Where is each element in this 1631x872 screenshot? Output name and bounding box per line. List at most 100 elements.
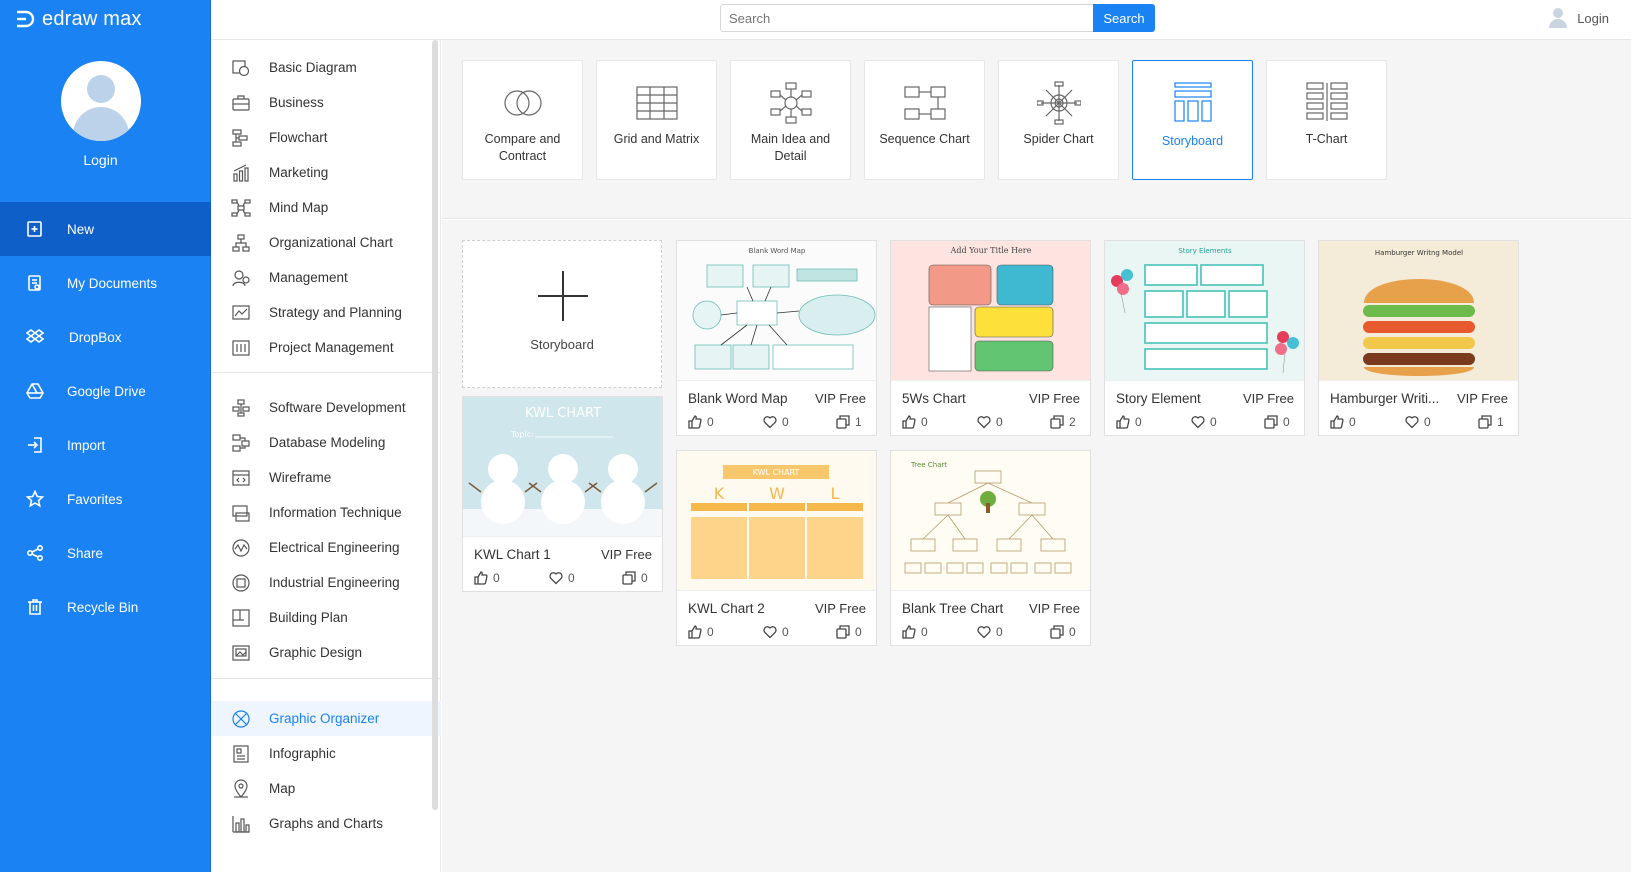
category-basic-diagram[interactable]: Basic Diagram <box>211 50 441 85</box>
template-card-hamburger-writing[interactable]: Hamburger Writng Model Hamburger Writi..… <box>1318 240 1519 436</box>
copy-count[interactable]: 0 <box>622 571 648 585</box>
copy-count[interactable]: 0 <box>1050 625 1076 639</box>
copy-icon <box>622 571 636 585</box>
category-map[interactable]: Map <box>211 771 441 806</box>
like-value: 0 <box>707 625 714 639</box>
search-input[interactable] <box>720 4 1094 32</box>
template-name: Hamburger Writi... <box>1330 391 1440 406</box>
subcategory-storyboard[interactable]: Storyboard <box>1132 60 1253 180</box>
heart-icon <box>549 572 563 585</box>
vip-badge: VIP Free <box>814 601 866 616</box>
subcategory-main-idea-and-detail[interactable]: Main Idea and Detail <box>730 60 851 180</box>
category-wireframe[interactable]: Wireframe <box>211 460 441 495</box>
copy-count[interactable]: 0 <box>1264 415 1290 429</box>
top-login-label: Login <box>1577 10 1609 26</box>
category-infographic[interactable]: Infographic <box>211 736 441 771</box>
top-bar: Search Login <box>211 0 1631 40</box>
subcategory-grid-and-matrix[interactable]: Grid and Matrix <box>596 60 717 180</box>
like-count[interactable]: 0 <box>688 625 714 639</box>
category-graphic-organizer[interactable]: Graphic Organizer <box>211 701 441 736</box>
template-stats: 0 0 0 <box>688 625 868 641</box>
template-preview: Hamburger Writng Model <box>1319 241 1518 381</box>
category-management[interactable]: Management <box>211 260 441 295</box>
template-card-kwl-chart-1[interactable]: KWL CHART Topic: KWL Chart 1 VIP Free 0 … <box>462 396 663 592</box>
template-card-story-element[interactable]: Story Elements Story Element VIP Free 0 … <box>1104 240 1305 436</box>
sidebar-login-link[interactable]: Login <box>0 152 201 168</box>
category-electrical-engineering[interactable]: Electrical Engineering <box>211 530 441 565</box>
copy-count[interactable]: 1 <box>836 415 862 429</box>
like-count[interactable]: 0 <box>474 571 500 585</box>
main-idea-icon <box>769 82 812 124</box>
nav-item-new[interactable]: New <box>0 202 211 256</box>
like-count[interactable]: 0 <box>902 415 928 429</box>
template-name: KWL Chart 1 <box>474 547 551 562</box>
favorite-count[interactable]: 0 <box>1405 415 1431 429</box>
nav-item-google-drive[interactable]: Google Drive <box>0 364 211 418</box>
graphic-design-icon <box>231 643 251 663</box>
nav-item-share[interactable]: Share <box>0 526 211 580</box>
subcategory-label: Grid and Matrix <box>613 132 700 146</box>
category-label: Electrical Engineering <box>269 540 400 555</box>
template-preview: KWL CHART K W L <box>677 451 876 591</box>
like-count[interactable]: 0 <box>688 415 714 429</box>
category-mind-map[interactable]: Mind Map <box>211 190 441 225</box>
top-login[interactable]: Login <box>1549 8 1609 28</box>
copy-count[interactable]: 2 <box>1050 415 1076 429</box>
template-preview: Add Your Title Here <box>891 241 1090 381</box>
subcategory-t-chart[interactable]: T-Chart <box>1266 60 1387 180</box>
bar-chart-icon <box>231 163 251 183</box>
favorite-count[interactable]: 0 <box>977 625 1003 639</box>
app-logo[interactable]: edraw max <box>14 6 142 32</box>
nav-item-recycle-bin[interactable]: Recycle Bin <box>0 580 211 634</box>
template-preview: Blank Word Map <box>677 241 876 381</box>
copy-count[interactable]: 0 <box>836 625 862 639</box>
copy-count[interactable]: 1 <box>1478 415 1504 429</box>
nav-item-import[interactable]: Import <box>0 418 211 472</box>
nav-item-favorites[interactable]: Favorites <box>0 472 211 526</box>
graphic-organizer-icon <box>231 709 251 729</box>
nav-item-dropbox[interactable]: DropBox <box>0 310 211 364</box>
thumbs-up-icon <box>688 625 702 639</box>
favorite-count[interactable]: 0 <box>977 415 1003 429</box>
favorite-count[interactable]: 0 <box>549 571 575 585</box>
search-button[interactable]: Search <box>1093 4 1155 32</box>
category-database-modeling[interactable]: Database Modeling <box>211 425 441 460</box>
avatar[interactable] <box>61 61 141 141</box>
subcategory-spider-chart[interactable]: Spider Chart <box>998 60 1119 180</box>
category-software-development[interactable]: Software Development <box>211 390 441 425</box>
category-label: Strategy and Planning <box>269 305 402 320</box>
favorite-count[interactable]: 0 <box>1191 415 1217 429</box>
template-card-kwl-chart-2[interactable]: KWL CHART K W L KWL Chart 2 VIP Free 0 0… <box>676 450 877 646</box>
template-card-blank-tree-chart[interactable]: Tree Chart Blank Tree Chart VIP Free 0 0… <box>890 450 1091 646</box>
preview-title: Story Elements <box>1178 247 1232 255</box>
category-industrial-engineering[interactable]: Industrial Engineering <box>211 565 441 600</box>
category-information-technique[interactable]: Information Technique <box>211 495 441 530</box>
category-strategy-and-planning[interactable]: Strategy and Planning <box>211 295 441 330</box>
subcategory-sequence-chart[interactable]: Sequence Chart <box>864 60 985 180</box>
category-marketing[interactable]: Marketing <box>211 155 441 190</box>
copy-value: 0 <box>641 571 648 585</box>
nav-item-my-documents[interactable]: My Documents <box>0 256 211 310</box>
favorite-count[interactable]: 0 <box>763 415 789 429</box>
template-card-5ws-chart[interactable]: Add Your Title Here 5Ws Chart VIP Free 0… <box>890 240 1091 436</box>
category-flowchart[interactable]: Flowchart <box>211 120 441 155</box>
category-business[interactable]: Business <box>211 85 441 120</box>
category-graphs-and-charts[interactable]: Graphs and Charts <box>211 806 441 841</box>
category-project-management[interactable]: Project Management <box>211 330 441 365</box>
template-name: Blank Word Map <box>688 391 788 406</box>
category-building-plan[interactable]: Building Plan <box>211 600 441 635</box>
favorite-count[interactable]: 0 <box>763 625 789 639</box>
category-graphic-design[interactable]: Graphic Design <box>211 635 441 670</box>
favorite-value: 0 <box>782 625 789 639</box>
subcategory-compare-and-contract[interactable]: Compare and Contract <box>462 60 583 180</box>
like-count[interactable]: 0 <box>1330 415 1356 429</box>
new-blank-storyboard-card[interactable]: Storyboard <box>462 240 662 388</box>
org-chart-icon <box>231 233 251 253</box>
preview-topic-label: Topic: <box>510 430 534 439</box>
template-card-blank-word-map[interactable]: Blank Word Map Blank Word Map VIP Free 0… <box>676 240 877 436</box>
subcategory-label: T-Chart <box>1305 132 1348 146</box>
category-scrollbar[interactable] <box>432 40 438 810</box>
category-organizational-chart[interactable]: Organizational Chart <box>211 225 441 260</box>
like-count[interactable]: 0 <box>902 625 928 639</box>
like-count[interactable]: 0 <box>1116 415 1142 429</box>
